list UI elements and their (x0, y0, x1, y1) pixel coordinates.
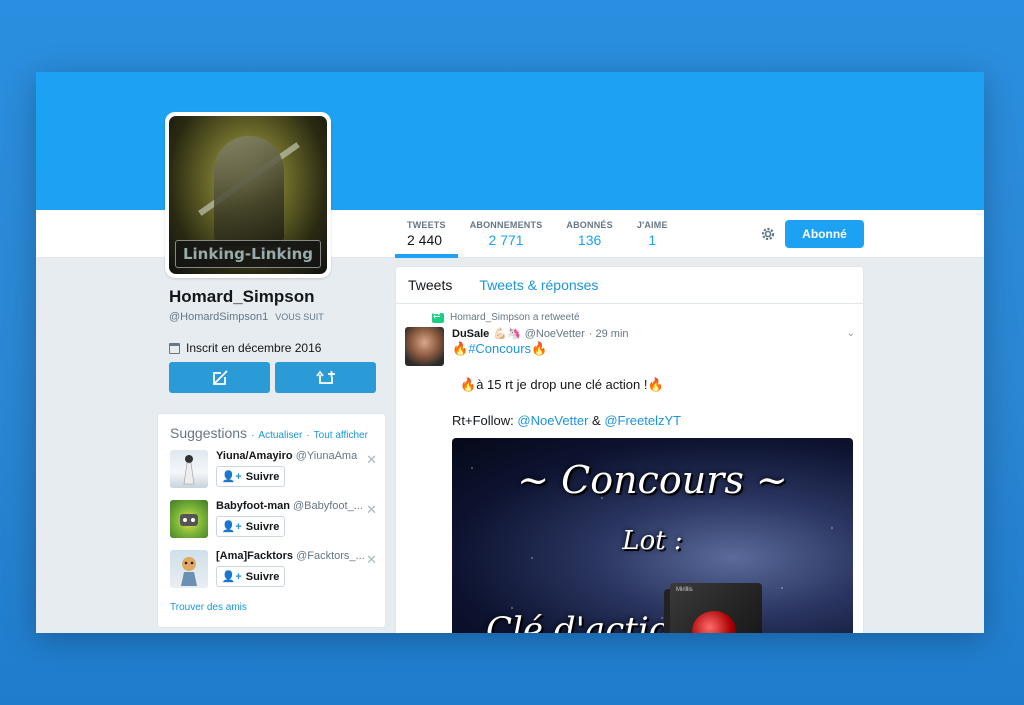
tweet[interactable]: Homard_Simpson a retweeté ⌄ DuSale 💪🏻🦄 @… (396, 304, 863, 633)
suggestion-item: [Ama]Facktors @Facktors_... 👤+ Suivre ✕ (170, 550, 377, 591)
stat-followers[interactable]: ABONNÉS 136 (554, 210, 624, 258)
follows-you-badge: VOUS SUIT (275, 312, 324, 322)
dismiss-icon[interactable]: ✕ (366, 552, 377, 568)
avatar-figure-shape (214, 136, 284, 246)
profile-handle[interactable]: @HomardSimpson1 (169, 311, 268, 323)
suggestion-avatar[interactable] (170, 450, 208, 488)
suggestion-avatar[interactable] (170, 500, 208, 538)
profile-name: Homard_Simpson (169, 287, 315, 306)
twitter-profile-window: Linking-Linking TWEETS 2 440 ABONNEMENTS… (36, 72, 984, 633)
product-brand: Mirillis (676, 587, 693, 593)
gear-icon[interactable] (760, 226, 776, 242)
stat-value: 136 (577, 232, 602, 248)
retweet-add-icon (315, 370, 335, 384)
timeline: Tweets Tweets & réponses Homard_Simpson … (395, 266, 864, 633)
stat-label: TWEETS (407, 220, 446, 230)
suggestions-title: Suggestions (170, 425, 248, 441)
joined-date: Inscrit en décembre 2016 (169, 341, 379, 355)
mention-link[interactable]: @NoeVetter (517, 413, 588, 428)
tweet-author-avatar[interactable] (405, 327, 444, 366)
character-icon (180, 514, 198, 526)
retweet-context: Homard_Simpson a retweeté (432, 310, 853, 323)
media-bottom-text: Clé d'action (486, 610, 692, 633)
suggestions-header: Suggestions · Actualiser · Tout afficher (170, 425, 368, 441)
mute-button[interactable] (169, 362, 270, 393)
stat-tweets[interactable]: TWEETS 2 440 (395, 210, 458, 258)
fire-emoji: 🔥 (531, 341, 548, 356)
tab-tweets[interactable]: Tweets (408, 277, 452, 293)
media-lot-text: Lot : (622, 526, 683, 556)
author-emoji: 💪🏻🦄 (493, 328, 521, 340)
dismiss-icon[interactable]: ✕ (366, 502, 377, 518)
stat-value: 2 771 (488, 232, 524, 248)
suggestion-name[interactable]: Yiuna/Amayiro @YiunaAma (216, 450, 366, 462)
avatar-caption-logo: Linking-Linking (175, 240, 321, 268)
suggestion-name[interactable]: [Ama]Facktors @Facktors_... (216, 550, 366, 562)
tweet-line-1: 🔥#Concours🔥 (452, 340, 853, 358)
mute-icon (212, 369, 228, 385)
profile-stats: TWEETS 2 440 ABONNEMENTS 2 771 ABONNÉS 1… (395, 210, 680, 258)
camera-lens-icon (692, 611, 736, 633)
suggestion-avatar[interactable] (170, 550, 208, 588)
suggestion-name[interactable]: Babyfoot-man @Babyfoot_... (216, 500, 366, 512)
retweet-icon (432, 310, 444, 323)
profile-avatar[interactable]: Linking-Linking (165, 112, 331, 278)
timeline-tabs: Tweets Tweets & réponses (396, 267, 863, 304)
profile-actions (169, 362, 376, 393)
stat-label: ABONNEMENTS (469, 220, 543, 230)
retweet-toggle-button[interactable] (275, 362, 376, 393)
suggestion-item: Yiuna/Amayiro @YiunaAma 👤+ Suivre ✕ (170, 450, 377, 491)
fire-emoji: 🔥 (452, 341, 469, 356)
stat-value: 1 (648, 232, 657, 248)
following-button[interactable]: Abonné (785, 220, 864, 248)
refresh-link[interactable]: Actualiser (258, 430, 302, 441)
find-friends-link[interactable]: Trouver des amis (170, 602, 373, 613)
mention-link[interactable]: @FreetelzYT (604, 413, 681, 428)
joined-text: Inscrit en décembre 2016 (186, 341, 322, 355)
tweet-author-handle[interactable]: @NoeVetter (525, 328, 585, 340)
suggestion-item: Babyfoot-man @Babyfoot_... 👤+ Suivre ✕ (170, 500, 377, 541)
follow-button[interactable]: 👤+ Suivre (216, 466, 285, 487)
add-user-icon: 👤+ (221, 571, 242, 583)
stat-likes[interactable]: J'AIME 1 (625, 210, 680, 258)
profile-info: Homard_Simpson @HomardSimpson1 VOUS SUIT… (169, 287, 379, 355)
calendar-icon (169, 342, 180, 354)
character-icon (181, 557, 197, 586)
fire-emoji: 🔥 (647, 377, 664, 392)
tab-tweets-replies[interactable]: Tweets & réponses (479, 277, 598, 293)
dismiss-icon[interactable]: ✕ (366, 452, 377, 468)
chevron-down-icon[interactable]: ⌄ (847, 328, 855, 339)
tweet-author-name[interactable]: DuSale (452, 328, 489, 340)
stat-label: J'AIME (636, 220, 668, 230)
tweet-text: 🔥#Concours🔥 🔥à 15 rt je drop une clé act… (452, 340, 853, 430)
add-user-icon: 👤+ (221, 471, 242, 483)
profile-handle-row: @HomardSimpson1 VOUS SUIT (169, 311, 379, 323)
tweet-line-3: Rt+Follow: @NoeVetter & @FreetelzYT (452, 413, 682, 428)
follow-button[interactable]: 👤+ Suivre (216, 566, 285, 587)
tweet-line-2: 🔥à 15 rt je drop une clé action !🔥 (460, 377, 664, 392)
stat-label: ABONNÉS (566, 220, 613, 230)
tweet-time[interactable]: · 29 min (589, 328, 629, 340)
avatar-image: Linking-Linking (169, 116, 327, 274)
tweet-media-image[interactable]: ~ Concours ~ Lot : Clé d'action Mirillis (452, 438, 853, 633)
figure-icon (183, 455, 195, 485)
stat-following[interactable]: ABONNEMENTS 2 771 (458, 210, 555, 258)
hashtag-link[interactable]: #Concours (468, 341, 531, 356)
product-box-image: Mirillis (670, 583, 762, 633)
stat-value: 2 440 (407, 232, 443, 248)
suggestions-panel: Suggestions · Actualiser · Tout afficher… (157, 413, 386, 628)
tweet-header: DuSale 💪🏻🦄 @NoeVetter · 29 min (452, 327, 853, 341)
fire-emoji: 🔥 (460, 377, 477, 392)
add-user-icon: 👤+ (221, 521, 242, 533)
media-title-text: ~ Concours ~ (517, 458, 788, 502)
retweet-label[interactable]: Homard_Simpson a retweeté (450, 312, 580, 323)
show-all-link[interactable]: Tout afficher (314, 430, 368, 441)
follow-button[interactable]: 👤+ Suivre (216, 516, 285, 537)
